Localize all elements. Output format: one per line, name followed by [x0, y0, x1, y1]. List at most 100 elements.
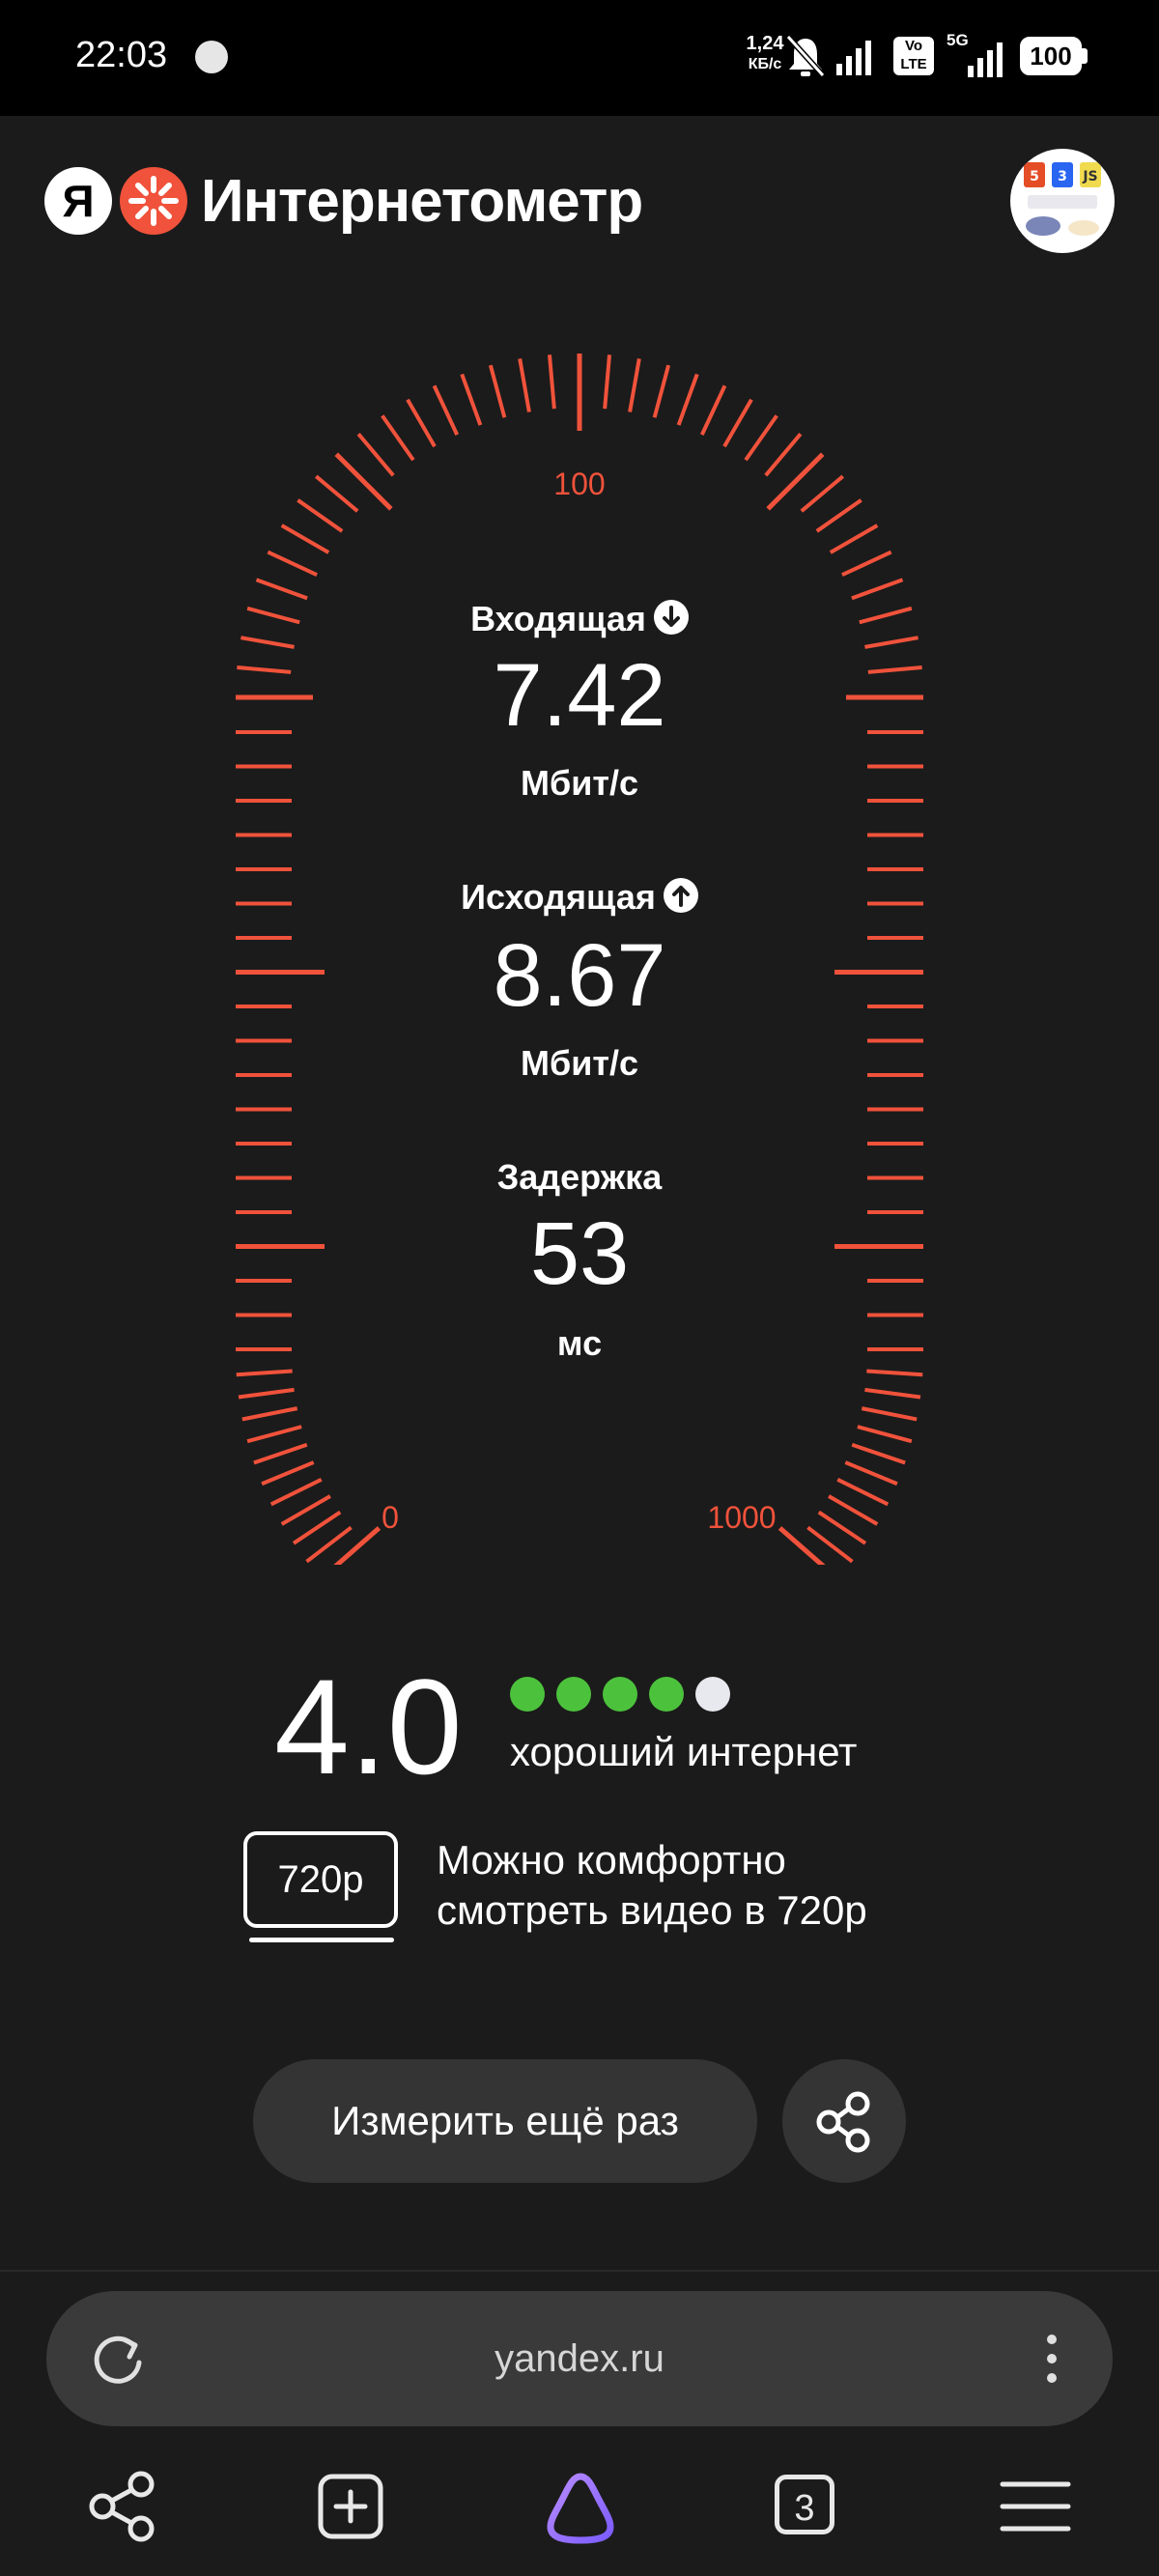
quality-text: хороший интернет [510, 1729, 858, 1774]
bottom-navigation: 3 [0, 2444, 1159, 2576]
tv-icon: 720p [243, 1831, 398, 1942]
gauge-tick [764, 433, 803, 477]
gauge-tick [238, 1387, 295, 1400]
nav-alice-button[interactable] [537, 2463, 624, 2550]
gauge-tick [815, 498, 862, 533]
reload-icon[interactable] [85, 2326, 151, 2392]
gauge-tick [864, 636, 919, 649]
gauge-tick [488, 364, 507, 418]
status-bar: 22:03 1,24 КБ/с Vo LTE 5G 100 [0, 0, 1159, 116]
gauge-tick [460, 373, 483, 426]
user-avatar[interactable]: 5 3 JS [1010, 149, 1115, 253]
app-brand[interactable]: Я Интернетометр [44, 166, 643, 236]
video-line-2: смотреть видео в 720p [437, 1887, 867, 1933]
nav-tabs-button[interactable]: 3 [763, 2463, 850, 2550]
gauge-tick [861, 1406, 918, 1422]
gauge-tick [844, 1460, 898, 1486]
gauge-tick [292, 1510, 342, 1545]
svg-text:JS: JS [1082, 169, 1097, 184]
yandex-logo-icon: Я [44, 167, 112, 235]
hamburger-menu-icon [1000, 2481, 1071, 2532]
gauge-tick [652, 364, 671, 418]
status-time: 22:03 [75, 35, 168, 75]
more-vertical-icon[interactable] [1028, 2326, 1076, 2392]
status-icons [785, 34, 871, 78]
arrow-down-icon [653, 600, 689, 636]
gauge-tick [269, 1478, 323, 1507]
gauge-tick [356, 433, 395, 477]
gauge-tick [866, 1369, 923, 1377]
gauge-tick [867, 665, 922, 674]
share-icon [89, 2471, 155, 2542]
gauge-tick [267, 550, 318, 578]
bell-muted-icon [785, 34, 826, 78]
latency-unit: мс [556, 1323, 603, 1363]
gauge-tick [851, 1442, 906, 1465]
video-quality-badge: 720p [243, 1831, 398, 1928]
gauge-tick [280, 524, 330, 554]
rating-dot [603, 1677, 637, 1712]
rating-dot [649, 1677, 684, 1712]
webdev-avatar-icon: 5 3 JS [1024, 162, 1101, 236]
gauge-tick [676, 373, 699, 426]
gauge-tick [547, 354, 556, 410]
gauge-tick [241, 1406, 298, 1422]
gauge-tick [280, 1494, 331, 1526]
nav-menu-button[interactable] [991, 2463, 1078, 2550]
gauge-tick [800, 474, 844, 513]
gauge-tick [518, 358, 531, 412]
gauge-tick [253, 1442, 308, 1465]
gauge-tick [603, 354, 612, 410]
internetometer-logo-icon [120, 167, 187, 235]
rating-dots [510, 1677, 742, 1712]
alice-assistant-icon [547, 2473, 614, 2544]
share-result-button[interactable] [782, 2059, 906, 2183]
upload-unit: Мбит/с [520, 1043, 638, 1083]
gauge-label-1000: 1000 [707, 1500, 776, 1535]
gauge-tick [777, 1526, 826, 1565]
video-description: Можно комфортно смотреть видео в 720p [437, 1835, 867, 1936]
download-label: Входящая [290, 599, 869, 639]
address-bar[interactable]: yandex.ru [46, 2291, 1113, 2426]
volte-badge: Vo LTE [893, 37, 934, 75]
gauge-tick [841, 550, 892, 578]
latency-label: Задержка [496, 1157, 663, 1197]
battery-tip [1082, 48, 1088, 64]
address-url[interactable]: yandex.ru [46, 2291, 1113, 2426]
share-icon [816, 2091, 870, 2153]
download-unit: Мбит/с [520, 763, 638, 803]
rating-dot [556, 1677, 591, 1712]
signal-icon [836, 41, 871, 75]
tab-count: 3 [775, 2475, 834, 2534]
plus-square-icon [318, 2474, 383, 2539]
notification-dot-icon [195, 41, 228, 73]
gauge-label-100: 100 [553, 467, 605, 501]
gauge-tick [432, 384, 460, 436]
page-title: Интернетометр [201, 167, 643, 235]
gauge-tick [851, 578, 904, 601]
gauge-tick [829, 524, 879, 554]
nav-new-tab-button[interactable] [307, 2463, 394, 2550]
gauge-tick [744, 414, 778, 462]
svg-text:5: 5 [1030, 169, 1039, 184]
gauge-tick [722, 398, 753, 448]
gauge-tick [864, 1387, 921, 1400]
gauge-tick [297, 498, 344, 533]
divider [0, 2270, 1159, 2272]
gauge-tick [246, 1425, 302, 1444]
download-value: 7.42 [493, 646, 666, 745]
measure-again-button[interactable]: Измерить ещё раз [253, 2059, 757, 2183]
gauge-tick [240, 636, 295, 649]
signal-5g-icon [968, 42, 1003, 77]
gauge-tick [406, 398, 437, 448]
upload-label: Исходящая [290, 877, 869, 918]
gauge-tick [261, 1460, 315, 1486]
gauge-tick [817, 1510, 867, 1545]
tv-stand [249, 1938, 394, 1942]
gauge-tick [828, 1494, 879, 1526]
latency-value: 53 [529, 1204, 630, 1303]
gauge-tick [237, 665, 292, 674]
nav-share-button[interactable] [81, 2463, 168, 2550]
video-line-1: Можно комфортно [437, 1837, 786, 1882]
gauge-tick [628, 358, 641, 412]
